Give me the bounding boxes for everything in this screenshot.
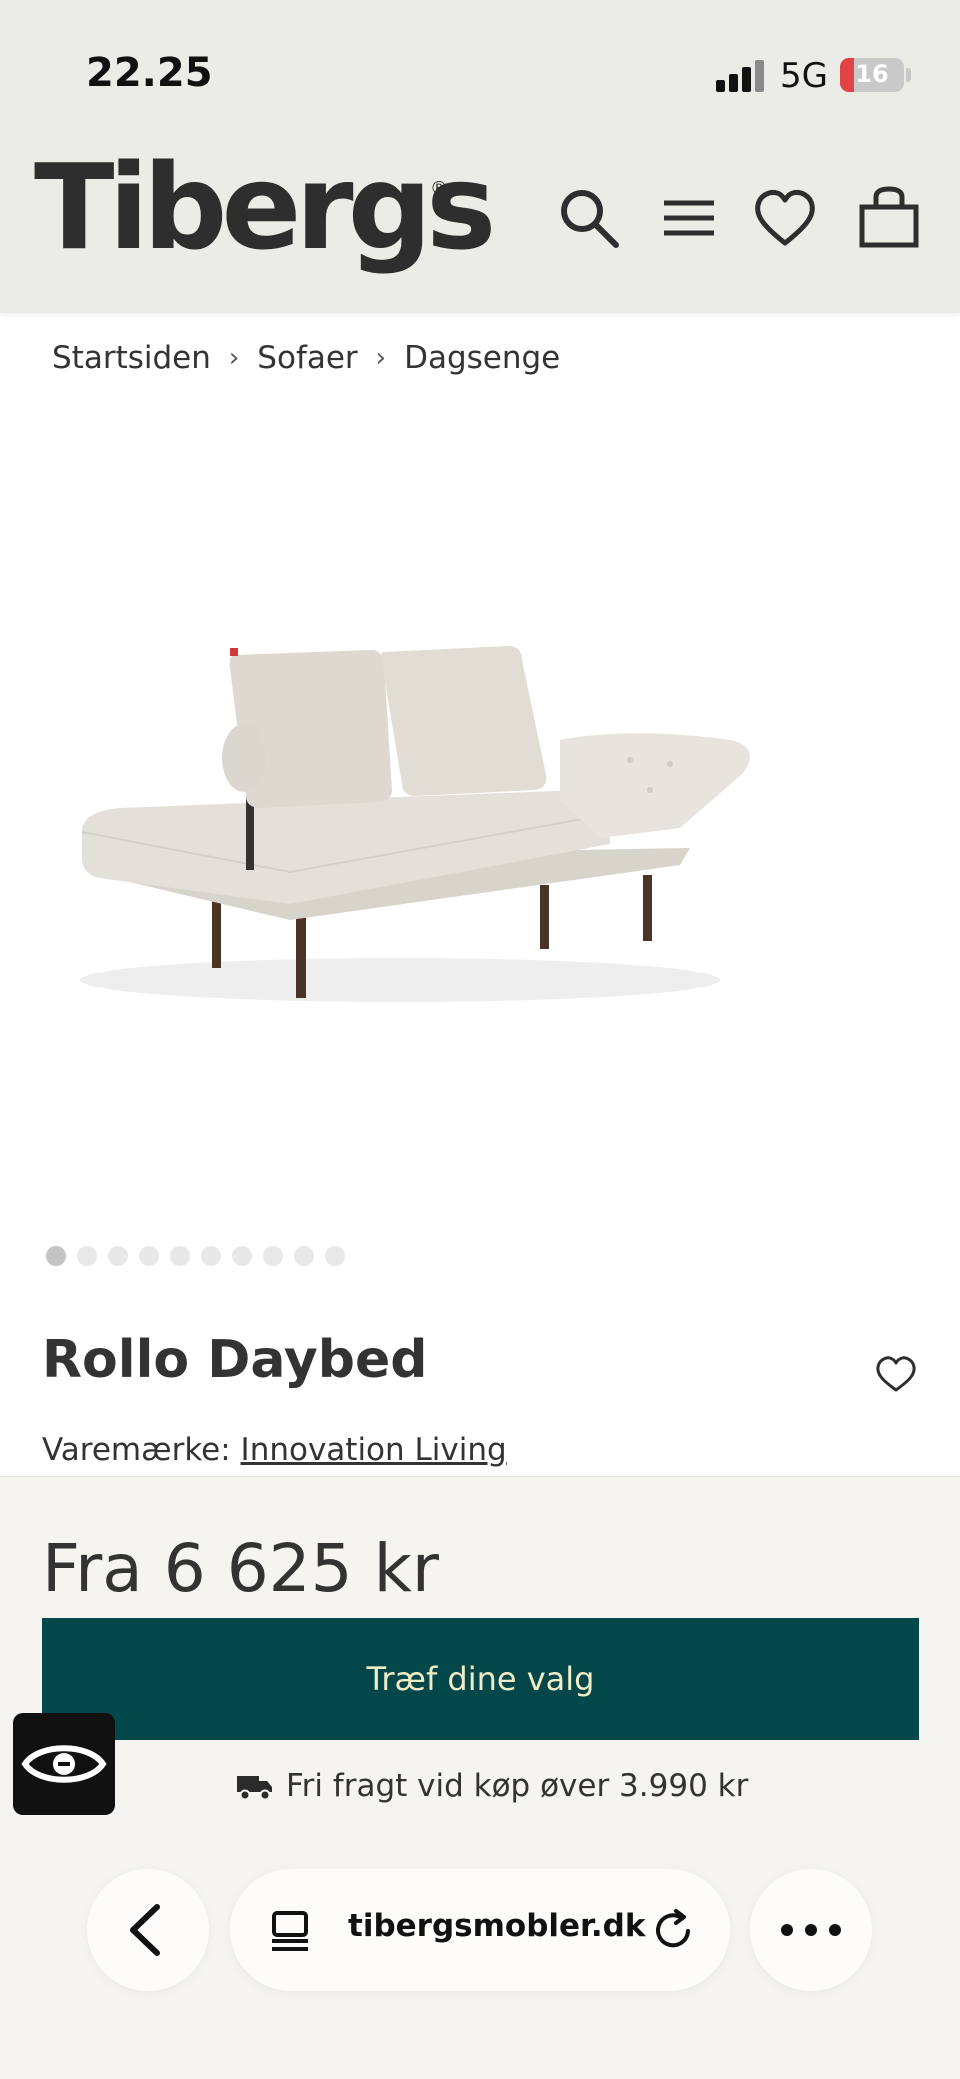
status-time: 22.25 — [86, 50, 213, 96]
product-brand: Varemærke: Innovation Living — [42, 1432, 507, 1468]
carousel-dot[interactable] — [108, 1246, 128, 1266]
breadcrumb-startsiden[interactable]: Startsiden — [52, 340, 211, 376]
breadcrumb-sofaer[interactable]: Sofaer — [257, 340, 357, 376]
chevron-right-icon: › — [228, 343, 240, 373]
carousel-dot[interactable] — [46, 1246, 66, 1266]
header: 22.25 5G 16 Tibergs ® — [0, 0, 960, 313]
product-title: Rollo Daybed — [42, 1330, 428, 1390]
sofa-leg — [540, 885, 549, 949]
network-type: 5G — [780, 56, 828, 96]
sofa-leg — [212, 900, 221, 968]
breadcrumb-dagsenge: Dagsenge — [404, 340, 561, 376]
back-button[interactable] — [87, 1869, 209, 1991]
carousel-dot[interactable] — [201, 1246, 221, 1266]
battery-level: 16 — [855, 60, 889, 88]
registered-mark: ® — [430, 178, 448, 199]
cart-bag-icon[interactable] — [856, 185, 922, 251]
favorite-heart-icon[interactable] — [874, 1354, 918, 1394]
product-image[interactable] — [40, 600, 780, 1020]
reload-icon[interactable] — [650, 1907, 696, 1953]
brand-label: Varemærke: — [42, 1432, 231, 1468]
carousel-dot[interactable] — [170, 1246, 190, 1266]
carousel-dot[interactable] — [325, 1246, 345, 1266]
more-dots-icon — [781, 1924, 841, 1936]
url-text[interactable]: tibergsmobler.dk — [348, 1908, 645, 1944]
free-shipping-note: Fri fragt vid køp øver 3.990 kr — [236, 1768, 748, 1804]
carousel-dot[interactable] — [294, 1246, 314, 1266]
search-icon[interactable] — [556, 185, 622, 251]
battery-tip — [906, 68, 911, 82]
site-logo[interactable]: Tibergs — [34, 148, 496, 266]
choose-options-button[interactable]: Træf dine valg — [42, 1618, 919, 1740]
sofa-leg — [643, 875, 652, 941]
more-options-button[interactable] — [750, 1869, 872, 1991]
shipping-text: Fri fragt vid køp øver 3.990 kr — [286, 1768, 749, 1804]
wishlist-heart-icon[interactable] — [752, 185, 818, 251]
truck-icon — [237, 1776, 272, 1801]
carousel-dot[interactable] — [263, 1246, 283, 1266]
chevron-right-icon: › — [375, 343, 387, 373]
battery-icon: 16 — [840, 58, 904, 92]
image-carousel-dots — [46, 1246, 345, 1266]
menu-icon[interactable] — [656, 185, 722, 251]
brand-link[interactable]: Innovation Living — [241, 1432, 507, 1468]
carousel-dot[interactable] — [139, 1246, 159, 1266]
sofa-leg — [296, 910, 306, 998]
chevron-left-icon — [130, 1904, 160, 1956]
carousel-dot[interactable] — [77, 1246, 97, 1266]
tabs-icon[interactable] — [268, 1909, 312, 1953]
product-price: Fra 6 625 kr — [42, 1530, 439, 1607]
accessibility-eye-icon[interactable] — [13, 1713, 115, 1815]
breadcrumb: Startsiden › Sofaer › Dagsenge — [52, 340, 560, 376]
signal-icon — [716, 60, 766, 92]
carousel-dot[interactable] — [232, 1246, 252, 1266]
